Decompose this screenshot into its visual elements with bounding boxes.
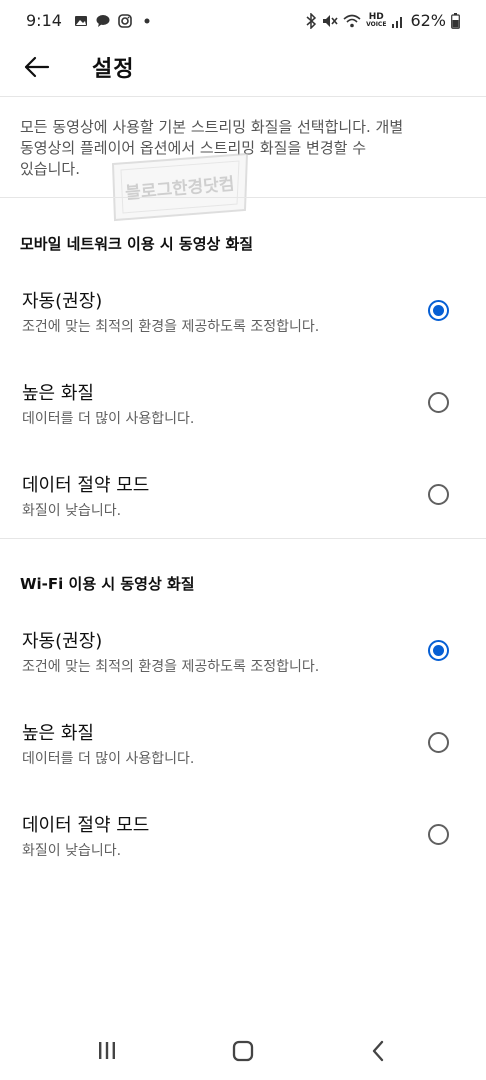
option-subtitle: 데이터를 더 많이 사용합니다.: [22, 411, 195, 427]
mute-icon: [323, 14, 338, 27]
recent-apps-icon: [99, 1042, 115, 1059]
option-title: 자동(권장): [22, 631, 103, 652]
gallery-icon: [74, 15, 87, 26]
section-title-wifi: Wi-Fi 이용 시 동영상 화질: [20, 575, 195, 593]
dot-icon: [144, 18, 150, 23]
radio-button-selected[interactable]: [428, 640, 449, 661]
nav-back-button[interactable]: [362, 1034, 396, 1068]
section-title-mobile: 모바일 네트워크 이용 시 동영상 화질: [20, 235, 254, 253]
mobile-option-auto[interactable]: 자동(권장) 조건에 맞는 최적의 환경을 제공하도록 조정합니다.: [0, 287, 486, 367]
radio-button[interactable]: [428, 484, 449, 505]
status-bar: 9:14 HD VOICE 62%: [0, 0, 486, 42]
wifi-option-data-saver[interactable]: 데이터 절약 모드 화질이 낮습니다.: [0, 811, 486, 891]
hd-voice-indicator: HD VOICE: [366, 11, 387, 29]
status-right: HD VOICE 62%: [305, 11, 460, 30]
recent-apps-button[interactable]: [90, 1034, 124, 1068]
status-time: 9:14: [26, 11, 62, 30]
mobile-option-high[interactable]: 높은 화질 데이터를 더 많이 사용합니다.: [0, 379, 486, 459]
section-divider: [0, 197, 486, 198]
battery-icon: [451, 12, 460, 29]
arrow-left-icon: [24, 56, 50, 78]
status-left: 9:14: [26, 11, 154, 30]
voice-label: VOICE: [366, 20, 387, 28]
option-title: 높은 화질: [22, 723, 94, 744]
option-title: 데이터 절약 모드: [22, 815, 150, 836]
bluetooth-icon: [306, 12, 317, 29]
wifi-option-auto[interactable]: 자동(권장) 조건에 맞는 최적의 환경을 제공하도록 조정합니다.: [0, 627, 486, 707]
battery-percent: 62%: [410, 11, 446, 30]
wifi-option-high[interactable]: 높은 화질 데이터를 더 많이 사용합니다.: [0, 719, 486, 799]
option-subtitle: 화질이 낮습니다.: [22, 843, 122, 859]
system-nav-bar: [0, 1020, 486, 1080]
instagram-icon: [118, 13, 132, 28]
radio-button-selected[interactable]: [428, 300, 449, 321]
intro-line: 모든 동영상에 사용할 기본 스트리밍 화질을 선택합니다. 개별: [20, 118, 404, 136]
option-subtitle: 조건에 맞는 최적의 환경을 제공하도록 조정합니다.: [22, 319, 320, 335]
home-icon: [232, 1040, 254, 1062]
home-button[interactable]: [226, 1034, 260, 1068]
signal-icon: [392, 16, 403, 28]
mobile-option-data-saver[interactable]: 데이터 절약 모드 화질이 낮습니다.: [0, 471, 486, 551]
radio-button[interactable]: [428, 732, 449, 753]
option-title: 자동(권장): [22, 291, 103, 312]
app-bar: 설정: [0, 42, 486, 94]
option-subtitle: 조건에 맞는 최적의 환경을 제공하도록 조정합니다.: [22, 659, 320, 675]
option-subtitle: 화질이 낮습니다.: [22, 503, 122, 519]
header-divider: [0, 96, 486, 97]
back-icon: [372, 1040, 384, 1062]
wifi-icon: [343, 14, 361, 27]
section-divider: [0, 538, 486, 539]
radio-button[interactable]: [428, 392, 449, 413]
radio-button[interactable]: [428, 824, 449, 845]
page-title: 설정: [92, 57, 135, 82]
hd-label: HD: [368, 11, 384, 22]
back-button[interactable]: [20, 50, 54, 84]
talk-icon: [96, 14, 110, 27]
option-subtitle: 데이터를 더 많이 사용합니다.: [22, 751, 195, 767]
watermark-stamp: 블로그한경닷컴: [111, 152, 249, 222]
option-title: 데이터 절약 모드: [22, 475, 150, 496]
option-title: 높은 화질: [22, 383, 94, 404]
